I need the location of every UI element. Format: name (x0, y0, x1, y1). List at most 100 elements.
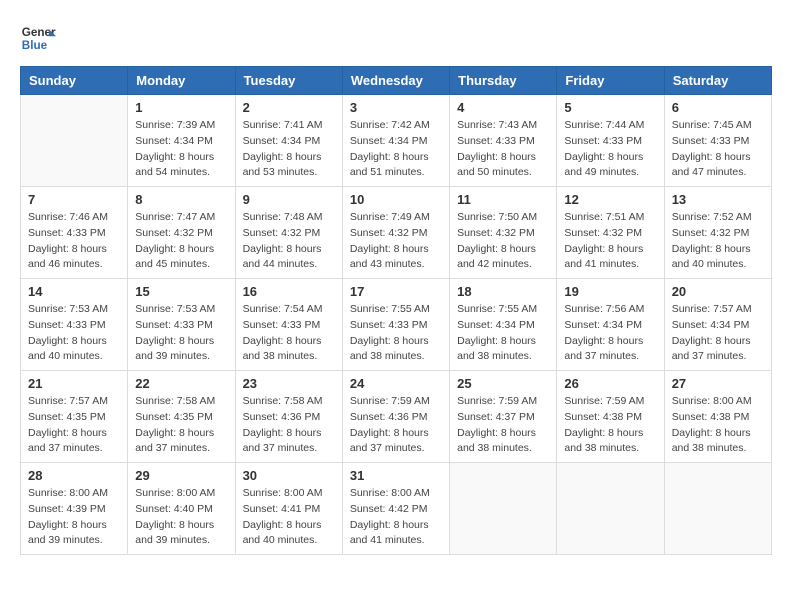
weekday-header-thursday: Thursday (450, 67, 557, 95)
day-number: 5 (564, 100, 656, 115)
day-cell (21, 95, 128, 187)
week-row-5: 28Sunrise: 8:00 AM Sunset: 4:39 PM Dayli… (21, 463, 772, 555)
day-info: Sunrise: 8:00 AM Sunset: 4:38 PM Dayligh… (672, 394, 764, 457)
day-cell: 14 Sunrise: 7:53 AM Sunset: 4:33 PM Dayli… (21, 279, 128, 371)
day-number: 29 (135, 468, 227, 483)
weekday-header-wednesday: Wednesday (342, 67, 449, 95)
day-info: Sunrise: 7:48 AM Sunset: 4:32 PM Dayligh… (243, 210, 335, 273)
day-number: 11 (457, 192, 549, 207)
day-number: 7 (28, 192, 120, 207)
day-number: 2 (243, 100, 335, 115)
day-info: Sunrise: 8:00 AM Sunset: 4:39 PM Dayligh… (28, 486, 120, 549)
day-info: Sunrise: 7:45 AM Sunset: 4:33 PM Dayligh… (672, 118, 764, 181)
weekday-header-monday: Monday (128, 67, 235, 95)
day-info: Sunrise: 7:41 AM Sunset: 4:34 PM Dayligh… (243, 118, 335, 181)
day-cell: 9 Sunrise: 7:48 AM Sunset: 4:32 PM Daylig… (235, 187, 342, 279)
day-number: 4 (457, 100, 549, 115)
day-info: Sunrise: 7:59 AM Sunset: 4:36 PM Dayligh… (350, 394, 442, 457)
day-cell: 19 Sunrise: 7:56 AM Sunset: 4:34 PM Dayli… (557, 279, 664, 371)
day-number: 22 (135, 376, 227, 391)
day-cell: 20 Sunrise: 7:57 AM Sunset: 4:34 PM Dayli… (664, 279, 771, 371)
day-cell: 13 Sunrise: 7:52 AM Sunset: 4:32 PM Dayli… (664, 187, 771, 279)
day-number: 13 (672, 192, 764, 207)
weekday-header-sunday: Sunday (21, 67, 128, 95)
day-info: Sunrise: 7:39 AM Sunset: 4:34 PM Dayligh… (135, 118, 227, 181)
day-cell: 7 Sunrise: 7:46 AM Sunset: 4:33 PM Daylig… (21, 187, 128, 279)
day-cell: 3 Sunrise: 7:42 AM Sunset: 4:34 PM Daylig… (342, 95, 449, 187)
svg-text:Blue: Blue (22, 39, 48, 52)
day-cell: 27 Sunrise: 8:00 AM Sunset: 4:38 PM Dayli… (664, 371, 771, 463)
day-info: Sunrise: 8:00 AM Sunset: 4:40 PM Dayligh… (135, 486, 227, 549)
day-cell: 18 Sunrise: 7:55 AM Sunset: 4:34 PM Dayli… (450, 279, 557, 371)
day-cell (450, 463, 557, 555)
day-cell: 12 Sunrise: 7:51 AM Sunset: 4:32 PM Dayli… (557, 187, 664, 279)
day-info: Sunrise: 7:51 AM Sunset: 4:32 PM Dayligh… (564, 210, 656, 273)
day-info: Sunrise: 7:47 AM Sunset: 4:32 PM Dayligh… (135, 210, 227, 273)
day-info: Sunrise: 7:58 AM Sunset: 4:35 PM Dayligh… (135, 394, 227, 457)
week-row-1: 1 Sunrise: 7:39 AM Sunset: 4:34 PM Daylig… (21, 95, 772, 187)
day-number: 25 (457, 376, 549, 391)
day-number: 10 (350, 192, 442, 207)
day-info: Sunrise: 8:00 AM Sunset: 4:41 PM Dayligh… (243, 486, 335, 549)
day-info: Sunrise: 7:42 AM Sunset: 4:34 PM Dayligh… (350, 118, 442, 181)
day-number: 26 (564, 376, 656, 391)
day-info: Sunrise: 7:59 AM Sunset: 4:38 PM Dayligh… (564, 394, 656, 457)
day-cell: 5 Sunrise: 7:44 AM Sunset: 4:33 PM Daylig… (557, 95, 664, 187)
day-cell: 8 Sunrise: 7:47 AM Sunset: 4:32 PM Daylig… (128, 187, 235, 279)
day-info: Sunrise: 7:57 AM Sunset: 4:35 PM Dayligh… (28, 394, 120, 457)
day-cell: 4 Sunrise: 7:43 AM Sunset: 4:33 PM Daylig… (450, 95, 557, 187)
day-number: 21 (28, 376, 120, 391)
weekday-header-saturday: Saturday (664, 67, 771, 95)
day-number: 27 (672, 376, 764, 391)
day-cell: 31Sunrise: 8:00 AM Sunset: 4:42 PM Dayli… (342, 463, 449, 555)
day-cell (557, 463, 664, 555)
day-cell: 17Sunrise: 7:55 AM Sunset: 4:33 PM Dayli… (342, 279, 449, 371)
day-cell: 30Sunrise: 8:00 AM Sunset: 4:41 PM Dayli… (235, 463, 342, 555)
day-info: Sunrise: 7:55 AM Sunset: 4:34 PM Dayligh… (457, 302, 549, 365)
day-number: 14 (28, 284, 120, 299)
day-info: Sunrise: 7:53 AM Sunset: 4:33 PM Dayligh… (135, 302, 227, 365)
page-header: General Blue (20, 20, 772, 56)
day-cell: 2 Sunrise: 7:41 AM Sunset: 4:34 PM Daylig… (235, 95, 342, 187)
day-info: Sunrise: 7:53 AM Sunset: 4:33 PM Dayligh… (28, 302, 120, 365)
day-number: 12 (564, 192, 656, 207)
day-number: 17 (350, 284, 442, 299)
day-cell: 29 Sunrise: 8:00 AM Sunset: 4:40 PM Dayli… (128, 463, 235, 555)
day-cell: 24 Sunrise: 7:59 AM Sunset: 4:36 PM Dayli… (342, 371, 449, 463)
day-number: 24 (350, 376, 442, 391)
day-info: Sunrise: 7:46 AM Sunset: 4:33 PM Dayligh… (28, 210, 120, 273)
day-number: 3 (350, 100, 442, 115)
weekday-header-tuesday: Tuesday (235, 67, 342, 95)
day-cell: 6 Sunrise: 7:45 AM Sunset: 4:33 PM Daylig… (664, 95, 771, 187)
week-row-2: 7 Sunrise: 7:46 AM Sunset: 4:33 PM Daylig… (21, 187, 772, 279)
day-info: Sunrise: 7:56 AM Sunset: 4:34 PM Dayligh… (564, 302, 656, 365)
day-number: 20 (672, 284, 764, 299)
day-cell: 22 Sunrise: 7:58 AM Sunset: 4:35 PM Dayli… (128, 371, 235, 463)
day-number: 1 (135, 100, 227, 115)
day-cell: 1 Sunrise: 7:39 AM Sunset: 4:34 PM Daylig… (128, 95, 235, 187)
day-number: 8 (135, 192, 227, 207)
logo-icon: General Blue (20, 20, 56, 56)
week-row-3: 14 Sunrise: 7:53 AM Sunset: 4:33 PM Dayli… (21, 279, 772, 371)
day-cell: 26 Sunrise: 7:59 AM Sunset: 4:38 PM Dayli… (557, 371, 664, 463)
day-info: Sunrise: 7:58 AM Sunset: 4:36 PM Dayligh… (243, 394, 335, 457)
day-cell: 21 Sunrise: 7:57 AM Sunset: 4:35 PM Dayli… (21, 371, 128, 463)
day-number: 23 (243, 376, 335, 391)
weekday-header-row: SundayMondayTuesdayWednesdayThursdayFrid… (21, 67, 772, 95)
day-info: Sunrise: 7:44 AM Sunset: 4:33 PM Dayligh… (564, 118, 656, 181)
day-cell: 16Sunrise: 7:54 AM Sunset: 4:33 PM Dayli… (235, 279, 342, 371)
day-info: Sunrise: 8:00 AM Sunset: 4:42 PM Dayligh… (350, 486, 442, 549)
day-cell: 15Sunrise: 7:53 AM Sunset: 4:33 PM Dayli… (128, 279, 235, 371)
day-number: 6 (672, 100, 764, 115)
day-info: Sunrise: 7:52 AM Sunset: 4:32 PM Dayligh… (672, 210, 764, 273)
logo: General Blue (20, 20, 56, 56)
day-number: 9 (243, 192, 335, 207)
day-info: Sunrise: 7:59 AM Sunset: 4:37 PM Dayligh… (457, 394, 549, 457)
day-info: Sunrise: 7:57 AM Sunset: 4:34 PM Dayligh… (672, 302, 764, 365)
day-number: 18 (457, 284, 549, 299)
day-info: Sunrise: 7:43 AM Sunset: 4:33 PM Dayligh… (457, 118, 549, 181)
day-cell (664, 463, 771, 555)
day-cell: 28Sunrise: 8:00 AM Sunset: 4:39 PM Dayli… (21, 463, 128, 555)
day-number: 16 (243, 284, 335, 299)
day-number: 19 (564, 284, 656, 299)
